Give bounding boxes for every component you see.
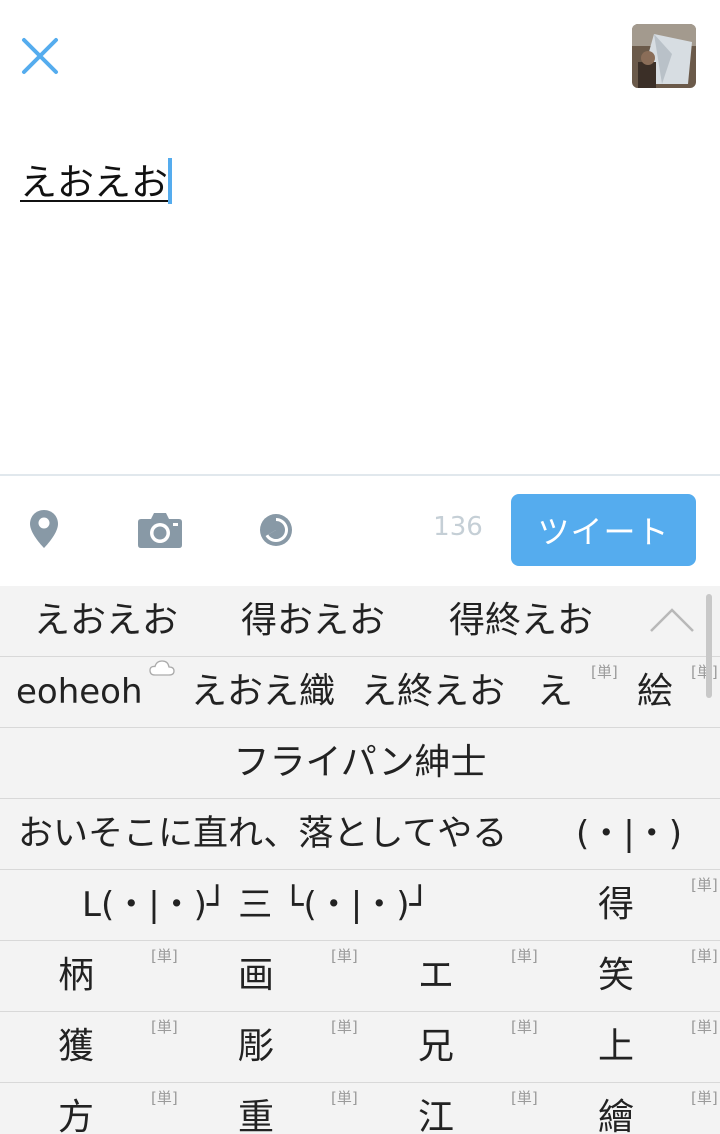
candidate[interactable]: フライパン紳士 [0, 728, 720, 798]
candidate[interactable]: L(・|・)┘ 三 └(・|・)┘ [82, 870, 430, 940]
location-pin-icon[interactable] [28, 508, 60, 554]
candidate[interactable]: 得 [598, 870, 634, 940]
candidate[interactable]: 江 [418, 1083, 454, 1134]
single-kanji-tag: [単] [691, 947, 718, 965]
candidate[interactable]: えおえお [34, 586, 178, 656]
single-kanji-tag: [単] [691, 663, 718, 681]
single-kanji-tag: [単] [151, 1089, 178, 1107]
candidate[interactable]: え [537, 657, 573, 727]
single-kanji-tag: [単] [691, 1089, 718, 1107]
candidate-scrollbar[interactable] [706, 594, 712, 698]
single-kanji-tag: [単] [511, 1089, 538, 1107]
poll-icon[interactable] [258, 512, 294, 552]
candidate[interactable]: 絵 [637, 657, 673, 727]
candidate[interactable]: 獲 [58, 1012, 94, 1082]
candidate[interactable]: エ [418, 941, 454, 1011]
single-kanji-tag: [単] [151, 947, 178, 965]
text-cursor [168, 158, 172, 204]
draft-text: えおえお [20, 161, 168, 204]
candidate[interactable]: 繪 [598, 1083, 634, 1134]
candidate[interactable]: 方 [58, 1083, 94, 1134]
candidate[interactable]: 笑 [598, 941, 634, 1011]
candidate[interactable]: 重 [238, 1083, 274, 1134]
candidate[interactable]: 兄 [418, 1012, 454, 1082]
ime-candidate-panel: えおえお 得おえお 得終えお eoheoh えおえ織 え終えお え [単] 絵 … [0, 586, 720, 1134]
single-kanji-tag: [単] [151, 1018, 178, 1036]
candidate[interactable]: 得終えお [449, 586, 593, 656]
single-kanji-tag: [単] [331, 1018, 358, 1036]
candidate[interactable]: 画 [238, 941, 274, 1011]
candidate-row: eoheoh えおえ織 え終えお え [単] 絵 [単] [0, 657, 720, 728]
single-kanji-tag: [単] [591, 663, 618, 681]
single-kanji-tag: [単] [331, 947, 358, 965]
tweet-button[interactable]: ツイート [511, 494, 696, 566]
compose-area: えおえお [0, 0, 720, 474]
single-kanji-tag: [単] [331, 1089, 358, 1107]
candidate[interactable]: えおえ織 [191, 657, 335, 727]
avatar[interactable] [632, 24, 696, 88]
close-icon[interactable] [20, 36, 60, 76]
character-count: 136 [433, 512, 483, 542]
single-kanji-tag: [単] [511, 1018, 538, 1036]
candidate-grid-row: 方 [単] 重 [単] 江 [単] 繪 [単] [0, 1083, 720, 1134]
candidate[interactable]: 柄 [58, 941, 94, 1011]
candidate-grid-row: 柄 [単] 画 [単] エ [単] 笑 [単] [0, 941, 720, 1012]
compose-toolbar: 136 ツイート [0, 476, 720, 586]
candidate[interactable]: 得おえお [241, 586, 385, 656]
chevron-up-icon[interactable] [648, 606, 696, 638]
single-kanji-tag: [単] [691, 876, 718, 894]
candidate-row: フライパン紳士 [0, 728, 720, 799]
single-kanji-tag: [単] [511, 947, 538, 965]
candidate-grid-row: 獲 [単] 彫 [単] 兄 [単] 上 [単] [0, 1012, 720, 1083]
candidate[interactable]: おいそこに直れ、落としてやる [18, 799, 507, 869]
candidate[interactable]: え終えお [361, 657, 505, 727]
candidate-row: おいそこに直れ、落としてやる (・|・) [0, 799, 720, 870]
candidate[interactable]: 上 [598, 1012, 634, 1082]
camera-icon[interactable] [137, 511, 183, 553]
candidate[interactable]: eoheoh [16, 657, 143, 727]
suggestion-row: えおえお 得おえお 得終えお [0, 586, 720, 657]
candidate[interactable]: 彫 [238, 1012, 274, 1082]
candidate[interactable]: (・|・) [576, 799, 682, 869]
cloud-icon [148, 659, 176, 681]
single-kanji-tag: [単] [691, 1018, 718, 1036]
candidate-row: L(・|・)┘ 三 └(・|・)┘ 得 [単] [0, 870, 720, 941]
tweet-text-input[interactable]: えおえお [20, 158, 172, 208]
